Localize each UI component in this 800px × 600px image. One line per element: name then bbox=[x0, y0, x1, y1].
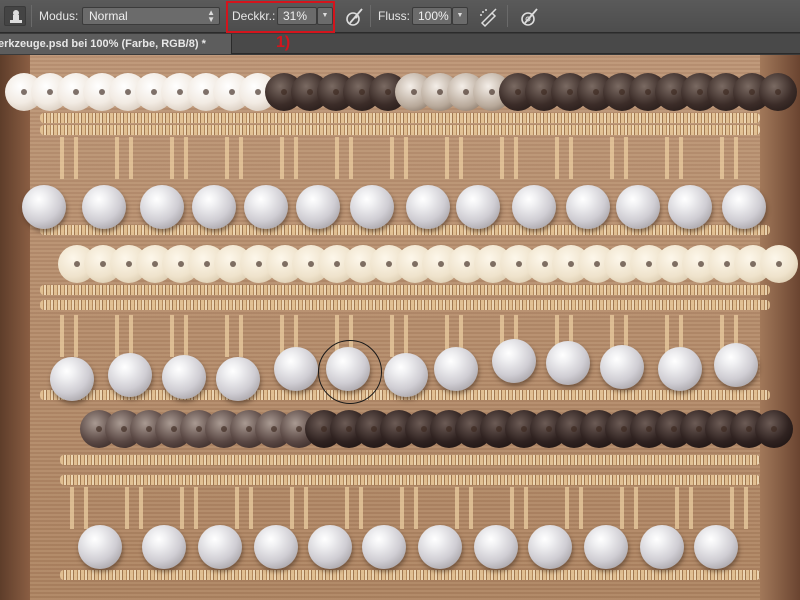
bead-strand bbox=[40, 285, 770, 295]
pen-pressure-opacity-button[interactable] bbox=[343, 6, 365, 28]
pearl bbox=[362, 525, 406, 569]
pearl bbox=[142, 525, 186, 569]
document-canvas[interactable] bbox=[0, 55, 800, 600]
pearl bbox=[418, 525, 462, 569]
pearl bbox=[512, 185, 556, 229]
pearl bbox=[434, 347, 478, 391]
canvas-image-skin-left bbox=[0, 55, 30, 600]
pearl bbox=[616, 185, 660, 229]
pearl bbox=[296, 185, 340, 229]
sequin bbox=[755, 410, 793, 448]
toolbar-separator bbox=[370, 5, 371, 27]
flow-value: 100% bbox=[418, 9, 449, 23]
mode-select-value: Normal bbox=[89, 9, 128, 23]
pearl bbox=[50, 357, 94, 401]
pearl bbox=[244, 185, 288, 229]
pearl bbox=[140, 185, 184, 229]
flow-input[interactable]: 100% bbox=[412, 7, 452, 25]
bead-loops bbox=[50, 315, 760, 357]
pearl bbox=[192, 185, 236, 229]
pearl bbox=[198, 525, 242, 569]
canvas-image-skin-right bbox=[755, 55, 800, 600]
pearl bbox=[600, 345, 644, 389]
airbrush-button[interactable] bbox=[478, 6, 500, 28]
pen-pressure-size-button[interactable] bbox=[518, 6, 540, 28]
pearl bbox=[78, 525, 122, 569]
bead-loops bbox=[50, 137, 760, 179]
bead-strand bbox=[40, 300, 770, 310]
pearl bbox=[308, 525, 352, 569]
pearl bbox=[82, 185, 126, 229]
pearl bbox=[274, 347, 318, 391]
pearl bbox=[722, 185, 766, 229]
pearl bbox=[216, 357, 260, 401]
flow-slider-button[interactable]: ▼ bbox=[452, 7, 468, 25]
select-arrows-icon: ▲ ▼ bbox=[207, 8, 215, 24]
bead-strand bbox=[60, 455, 760, 465]
bead-strand bbox=[40, 225, 770, 235]
pearl bbox=[714, 343, 758, 387]
stamp-tool-icon bbox=[10, 10, 22, 23]
pearl bbox=[406, 185, 450, 229]
pearl bbox=[350, 185, 394, 229]
pearl bbox=[492, 339, 536, 383]
pearl bbox=[694, 525, 738, 569]
opacity-highlight-box bbox=[226, 1, 335, 33]
toolbar-separator bbox=[507, 5, 508, 27]
pearl bbox=[566, 185, 610, 229]
document-tab-bar: erkzeuge.psd bei 100% (Farbe, RGB/8) * bbox=[0, 34, 800, 54]
pen-pressure-opacity-icon bbox=[346, 8, 363, 26]
pearl bbox=[640, 525, 684, 569]
pearl bbox=[456, 185, 500, 229]
bead-loops bbox=[60, 487, 760, 529]
flow-label: Fluss: bbox=[378, 9, 411, 23]
sequin bbox=[760, 245, 798, 283]
airbrush-icon bbox=[480, 8, 497, 28]
pearl bbox=[254, 525, 298, 569]
bead-strand bbox=[60, 475, 760, 485]
mode-label: Modus: bbox=[39, 9, 79, 23]
bead-strand bbox=[60, 570, 760, 580]
mode-select[interactable]: Normal ▲ ▼ bbox=[82, 7, 220, 25]
annotation-marker: 1) bbox=[276, 34, 291, 51]
pearl bbox=[668, 185, 712, 229]
brush-cursor bbox=[318, 340, 382, 404]
pearl bbox=[658, 347, 702, 391]
tool-preset-picker[interactable] bbox=[4, 6, 26, 26]
sequin bbox=[759, 73, 797, 111]
toolbar-separator bbox=[31, 5, 32, 27]
pen-pressure-size-icon bbox=[521, 8, 538, 26]
document-tab-title: erkzeuge.psd bei 100% (Farbe, RGB/8) * bbox=[0, 38, 206, 50]
pearl bbox=[108, 353, 152, 397]
document-tab[interactable]: erkzeuge.psd bei 100% (Farbe, RGB/8) * bbox=[0, 34, 232, 54]
pearl bbox=[384, 353, 428, 397]
bead-strand bbox=[40, 113, 760, 123]
bead-strand bbox=[40, 125, 760, 135]
pearl bbox=[22, 185, 66, 229]
options-bar: Modus: Normal ▲ ▼ Deckkr.: 31% ▼ Fluss: 1… bbox=[0, 0, 800, 33]
pearl bbox=[546, 341, 590, 385]
pearl bbox=[162, 355, 206, 399]
pearl bbox=[474, 525, 518, 569]
pearl bbox=[584, 525, 628, 569]
chevron-down-icon: ▼ bbox=[456, 12, 464, 19]
pearl bbox=[528, 525, 572, 569]
